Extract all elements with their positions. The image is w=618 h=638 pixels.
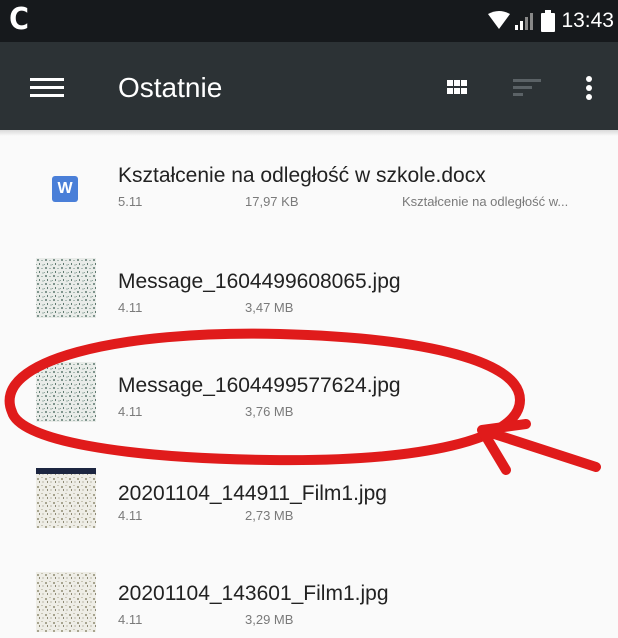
file-name: Kształcenie na odległość w szkole.docx xyxy=(118,164,486,187)
file-name: Message_1604499577624.jpg xyxy=(118,374,401,397)
wifi-icon xyxy=(488,11,511,29)
file-date: 4.11 xyxy=(118,404,143,419)
status-bar: C 13:43 xyxy=(0,0,618,42)
file-date: 4.11 xyxy=(118,612,143,627)
file-date: 4.11 xyxy=(118,508,143,523)
status-time: 13:43 xyxy=(561,9,614,32)
file-date: 5.11 xyxy=(118,194,143,209)
list-item[interactable]: 20201104_143601_Film1.jpg 4.11 3,29 MB xyxy=(0,538,618,638)
image-thumbnail xyxy=(36,572,96,632)
file-size: 3,76 MB xyxy=(245,404,294,419)
list-item[interactable]: W Kształcenie na odległość w szkole.docx… xyxy=(0,138,618,238)
image-thumbnail xyxy=(36,362,96,422)
app-logo-icon: C xyxy=(9,2,29,37)
file-size: 17,97 KB xyxy=(245,194,299,209)
list-item[interactable]: Message_1604499608065.jpg 4.11 3,47 MB xyxy=(0,238,618,338)
image-thumbnail xyxy=(36,468,96,528)
file-location: Kształcenie na odległość w... xyxy=(402,194,569,209)
list-item[interactable]: Message_1604499577624.jpg 4.11 3,76 MB xyxy=(0,338,618,438)
menu-icon[interactable] xyxy=(30,78,64,98)
file-name: 20201104_144911_Film1.jpg xyxy=(118,482,387,505)
sort-icon[interactable] xyxy=(513,79,541,97)
image-thumbnail xyxy=(36,258,96,318)
page-title: Ostatnie xyxy=(118,72,223,103)
more-vert-icon[interactable] xyxy=(586,76,592,100)
file-size: 3,29 MB xyxy=(245,612,294,627)
word-doc-icon: W xyxy=(52,176,78,202)
status-icons: 13:43 xyxy=(487,0,614,42)
file-name: 20201104_143601_Film1.jpg xyxy=(118,582,389,605)
battery-icon xyxy=(541,10,556,32)
file-size: 2,73 MB xyxy=(245,508,294,523)
file-name: Message_1604499608065.jpg xyxy=(118,270,401,293)
file-size: 3,47 MB xyxy=(245,300,294,315)
app-bar: Ostatnie xyxy=(0,42,618,130)
app-bar-shadow xyxy=(0,130,618,136)
file-date: 4.11 xyxy=(118,300,143,315)
signal-icon xyxy=(515,13,534,30)
list-item[interactable]: 20201104_144911_Film1.jpg 4.11 2,73 MB xyxy=(0,438,618,538)
grid-view-icon[interactable] xyxy=(447,80,467,95)
